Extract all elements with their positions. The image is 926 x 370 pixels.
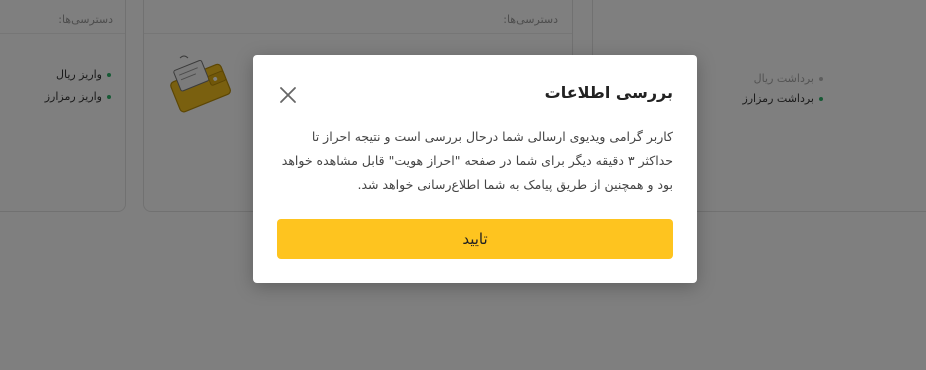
- dialog-message: کاربر گرامی ویدیوی ارسالی شما درحال بررس…: [281, 129, 673, 192]
- confirm-button[interactable]: تایید: [277, 219, 673, 259]
- close-icon[interactable]: [279, 86, 297, 104]
- dialog-title: بررسی اطلاعات: [544, 83, 673, 102]
- info-review-dialog: بررسی اطلاعات کاربر گرامی ویدیوی ارسالی …: [253, 55, 697, 283]
